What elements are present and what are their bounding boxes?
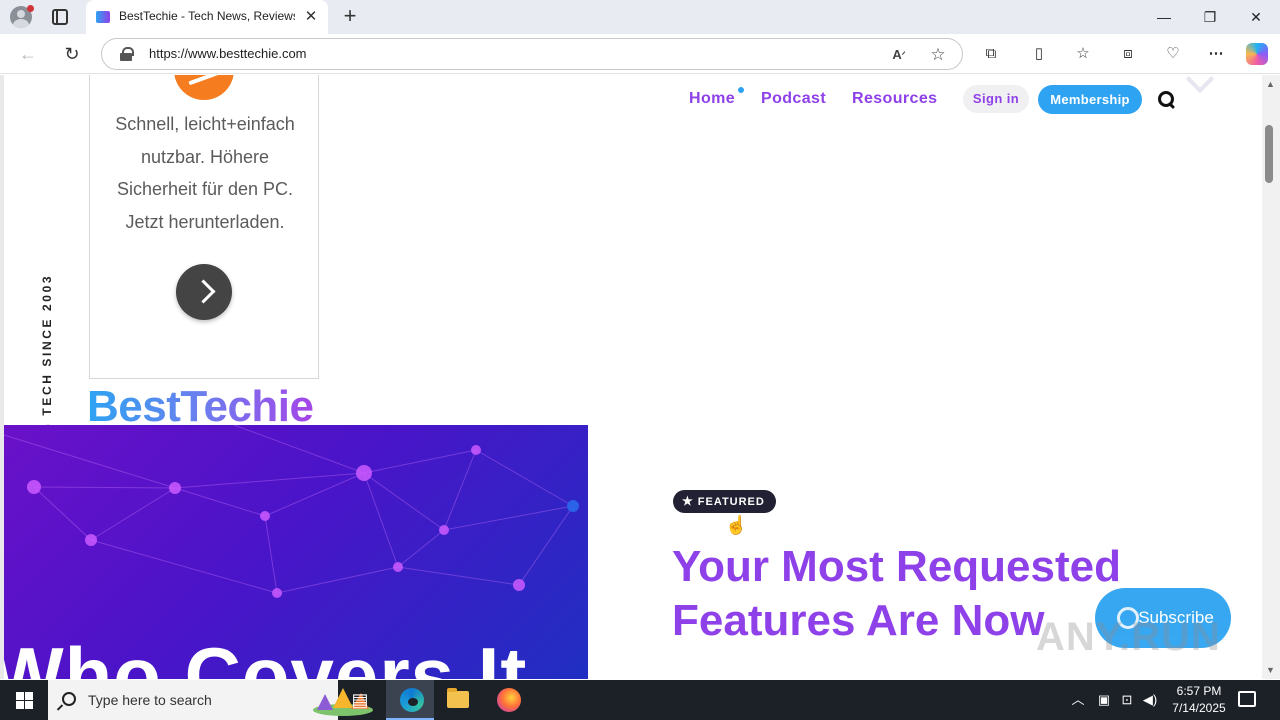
collections-icon[interactable]: ⧈ (1116, 43, 1140, 65)
search-icon[interactable] (1158, 91, 1176, 109)
browser-titlebar: BestTechie - Tech News, Reviews, ✕ + — ❐… (0, 0, 1280, 34)
featured-badge: ★ FEATURED (673, 490, 776, 513)
extensions-icon[interactable]: ⧉ (979, 43, 1003, 65)
split-screen-icon[interactable]: ▯ (1027, 43, 1051, 65)
site-info-lock-icon[interactable] (120, 47, 134, 61)
close-window-button[interactable]: ✕ (1233, 0, 1279, 34)
taskbar-clock[interactable]: 6:57 PM 7/14/2025 (1166, 683, 1232, 717)
volume-icon[interactable]: ◀) (1140, 680, 1160, 720)
vertical-scrollbar[interactable]: ▲ ▼ (1262, 75, 1280, 679)
back-button[interactable]: ← (15, 42, 41, 66)
start-button[interactable] (0, 680, 48, 720)
notifications-icon[interactable] (1238, 691, 1256, 707)
ad-next-arrow-button[interactable] (176, 264, 232, 320)
device-icon[interactable]: ▣ (1094, 680, 1114, 720)
browser-toolbar: ← ↻ https://www.besttechie.com Aᐟ ☆ ⧉ ▯ … (0, 34, 1280, 74)
taskbar-search-box[interactable]: Type here to search (48, 680, 373, 720)
favorites-icon[interactable]: ☆ (1071, 43, 1095, 65)
hero-title: Who Covers It (4, 631, 528, 679)
ad-banner[interactable]: Schnell, leicht+einfach nutzbar. Höhere … (89, 75, 319, 379)
ad-logo-icon (174, 75, 234, 100)
site-favicon-icon (96, 11, 110, 23)
read-aloud-icon[interactable]: Aᐟ (888, 44, 910, 66)
profile-notification-dot (27, 5, 34, 12)
web-page: TALKING TECH SINCE 2003 Schnell, leicht+… (0, 75, 1262, 679)
firefox-icon (497, 688, 521, 712)
taskbar-edge-button[interactable] (386, 680, 434, 720)
show-hidden-icons-chevron-icon[interactable]: ︿ (1068, 680, 1088, 720)
scrollbar-thumb[interactable] (1265, 125, 1273, 183)
taskbar-firefox-button[interactable] (484, 680, 532, 720)
featured-label: FEATURED (697, 496, 765, 508)
taskbar-file-explorer-button[interactable] (434, 680, 482, 720)
tab-actions-icon[interactable] (52, 9, 68, 25)
chevron-decoration-icon (1186, 75, 1216, 99)
sign-in-button[interactable]: Sign in (963, 85, 1029, 113)
membership-button[interactable]: Membership (1038, 85, 1142, 114)
nav-podcast[interactable]: Podcast (761, 90, 826, 108)
search-icon (62, 692, 76, 706)
nav-resources[interactable]: Resources (852, 90, 937, 108)
nav-active-dot (738, 87, 744, 93)
reload-button[interactable]: ↻ (59, 42, 85, 66)
clock-date: 7/14/2025 (1172, 701, 1226, 715)
windows-taskbar: Type here to search ▤ ︿ ▣ ⊡ ◀) 6:57 PM 7… (0, 680, 1280, 720)
anyrun-watermark: ANY.RUN (1036, 615, 1221, 659)
taskbar-search-placeholder: Type here to search (88, 692, 212, 708)
url-text[interactable]: https://www.besttechie.com (149, 46, 307, 61)
scroll-down-arrow-icon[interactable]: ▼ (1266, 665, 1275, 675)
task-view-icon[interactable]: ▤ (336, 680, 384, 720)
tab-close-button[interactable]: ✕ (301, 7, 321, 27)
scroll-up-arrow-icon[interactable]: ▲ (1266, 79, 1275, 89)
minimize-button[interactable]: — (1141, 0, 1187, 34)
restore-button[interactable]: ❐ (1187, 0, 1233, 34)
besttechie-logo[interactable]: BestTechie (87, 381, 314, 425)
edge-icon (400, 688, 424, 712)
browser-essentials-icon[interactable]: ♡ (1161, 43, 1185, 65)
new-tab-button[interactable]: + (338, 5, 362, 29)
hero-image[interactable]: Who Covers It (4, 425, 588, 679)
nav-home[interactable]: Home (689, 90, 735, 108)
hand-cursor-icon: ☝ (725, 515, 748, 535)
settings-more-icon[interactable]: ⋯ (1204, 43, 1228, 65)
network-icon[interactable]: ⊡ (1117, 680, 1137, 720)
ad-text: Schnell, leicht+einfach nutzbar. Höhere … (115, 114, 295, 232)
address-bar[interactable]: https://www.besttechie.com Aᐟ ☆ (101, 38, 963, 70)
clock-time: 6:57 PM (1176, 684, 1222, 698)
browser-tab-active[interactable]: BestTechie - Tech News, Reviews, ✕ (86, 0, 328, 34)
star-icon: ★ (682, 494, 694, 508)
copilot-icon[interactable] (1246, 43, 1268, 65)
favorite-star-icon[interactable]: ☆ (927, 44, 949, 66)
tab-title: BestTechie - Tech News, Reviews, (119, 9, 295, 23)
folder-icon (447, 688, 469, 708)
